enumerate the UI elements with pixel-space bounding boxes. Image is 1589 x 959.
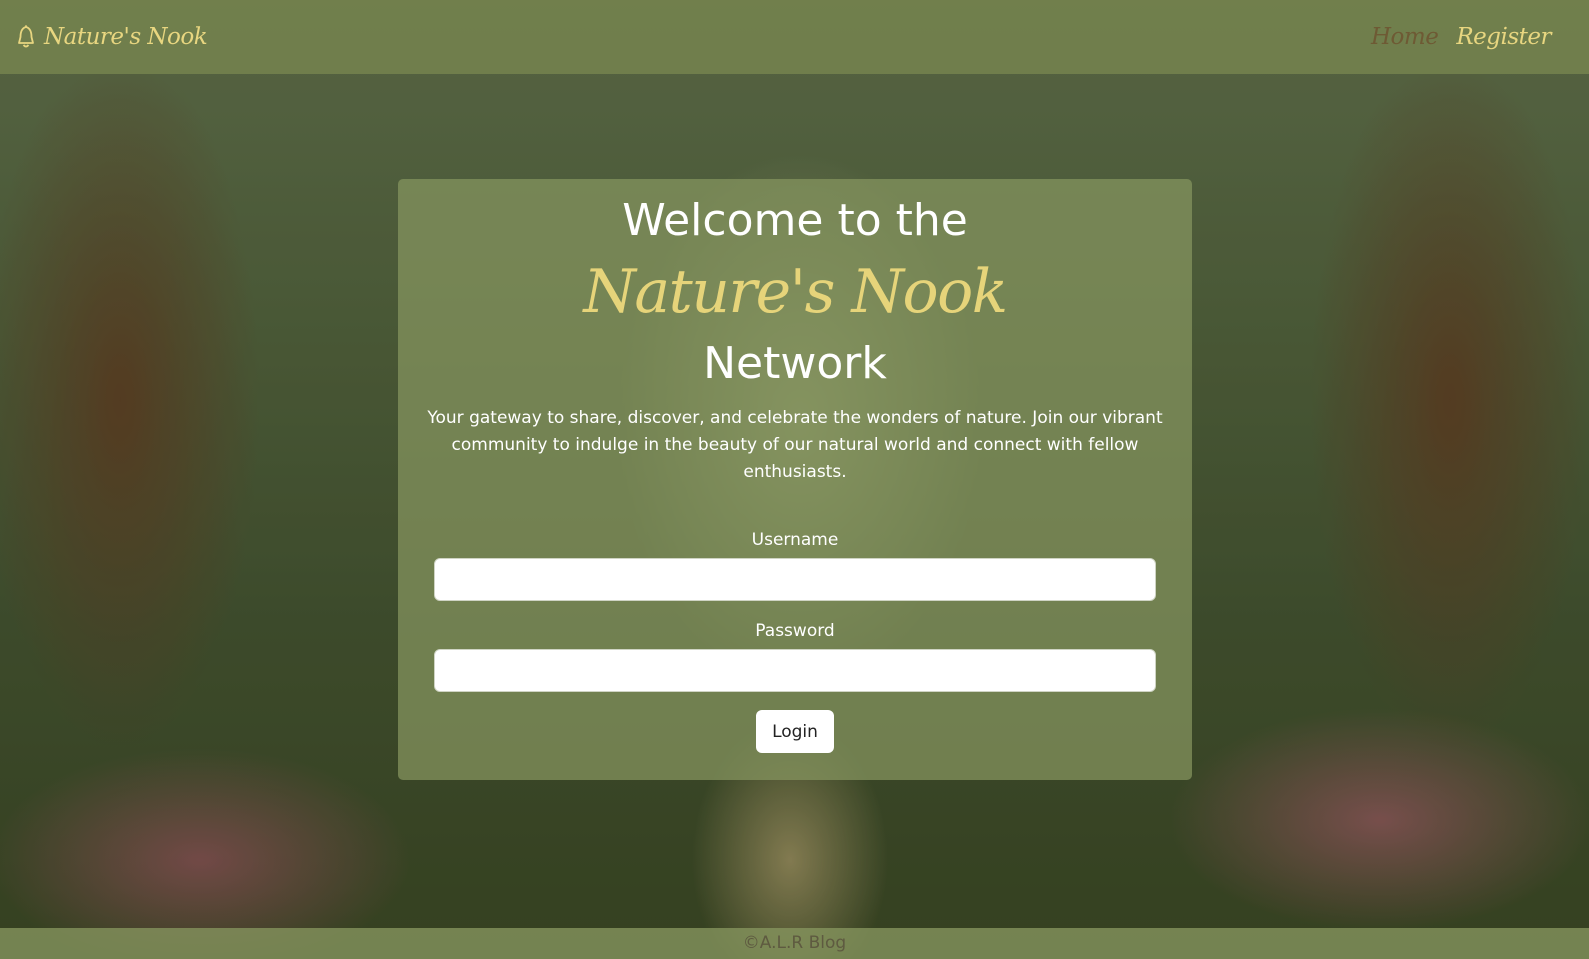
footer-text: ©A.L.R Blog: [742, 933, 847, 953]
password-input[interactable]: [434, 649, 1156, 692]
footer: ©A.L.R Blog: [0, 928, 1589, 959]
login-button[interactable]: Login: [756, 710, 834, 753]
password-field-group: Password: [398, 619, 1192, 692]
bell-icon: [16, 24, 36, 50]
nav-home-link[interactable]: Home: [1371, 24, 1439, 50]
password-label: Password: [755, 621, 835, 641]
username-input[interactable]: [434, 558, 1156, 601]
navbar: Nature's Nook Home Register: [0, 0, 1589, 74]
brand-heading: Nature's Nook: [583, 257, 1008, 327]
nav-register-link[interactable]: Register: [1456, 24, 1551, 50]
username-label: Username: [751, 530, 839, 550]
login-card: Welcome to the Nature's Nook Network You…: [398, 179, 1192, 780]
brand-name: Nature's Nook: [44, 24, 208, 50]
welcome-heading: Welcome to the: [622, 195, 968, 246]
tagline: Your gateway to share, discover, and cel…: [427, 408, 1163, 482]
network-heading: Network: [703, 338, 887, 389]
login-form: Username Password Login: [398, 528, 1192, 753]
nav-links: Home Register: [1371, 24, 1551, 50]
username-field-group: Username: [398, 528, 1192, 601]
brand[interactable]: Nature's Nook: [16, 24, 208, 50]
